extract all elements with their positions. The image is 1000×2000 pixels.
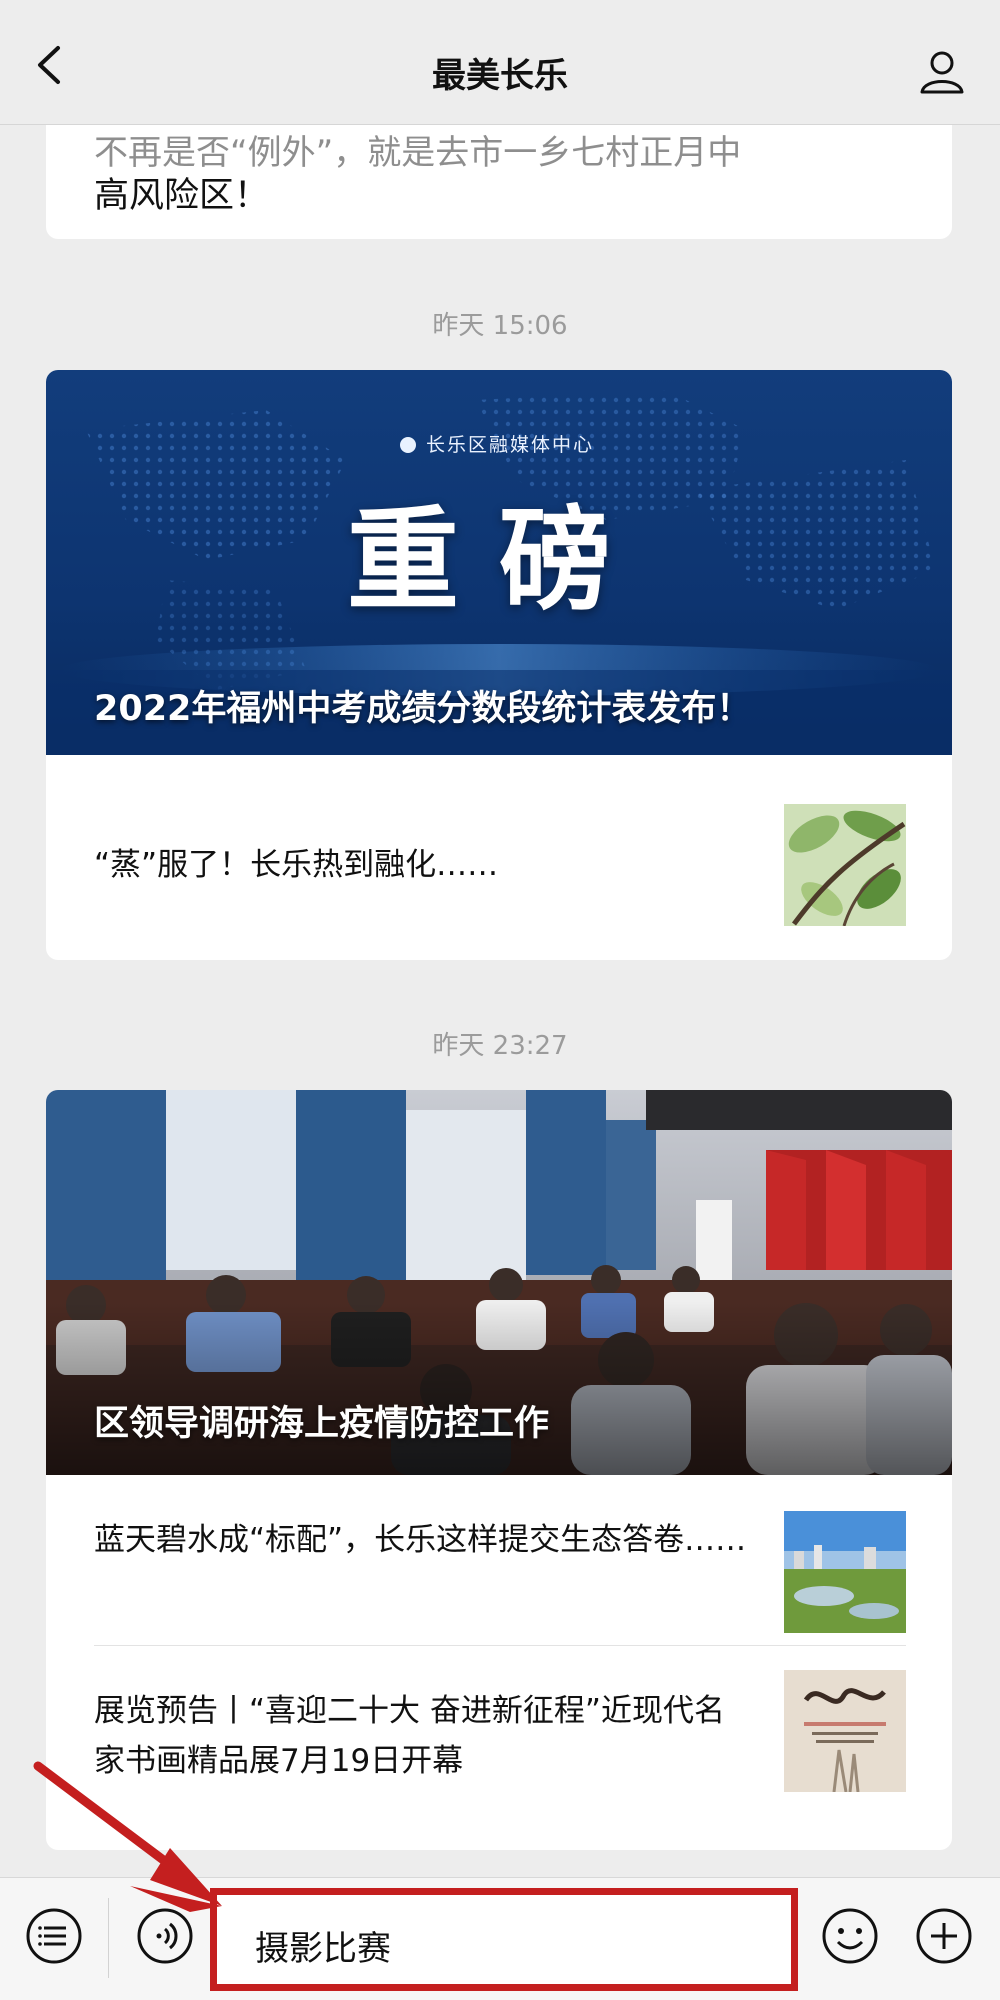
headline-title: 2022年福州中考成绩分数段统计表发布！ (94, 689, 752, 729)
separator (108, 1898, 109, 1978)
message-input-value: 摄影比赛 (255, 1929, 391, 1969)
thumbnail-image (784, 1511, 906, 1633)
thumbnail-image (784, 1670, 906, 1792)
menu-list-icon[interactable] (24, 1906, 84, 1966)
headline-banner[interactable]: 长乐区融媒体中心 重磅 2022年福州中考成绩分数段统计表发布！ (46, 370, 952, 755)
list-item[interactable]: 蓝天碧水成“标配”，长乐这样提交生态答卷…… (94, 1475, 906, 1640)
timestamp: 昨天 15:06 (432, 311, 568, 341)
headline-title: 区领导调研海上疫情防控工作 (94, 1404, 550, 1444)
voice-icon[interactable] (135, 1906, 195, 1966)
message-feed[interactable]: 不再是否“例外”，就是去市一乡七村正月中 高风险区！ 昨天 15:06 长乐区融… (0, 125, 1000, 1877)
message-input[interactable]: 摄影比赛 (210, 1888, 798, 1991)
divider (94, 1645, 906, 1646)
thumbnail-image (784, 804, 906, 926)
article-card: 区领导调研海上疫情防控工作 蓝天碧水成“标配”，长乐这样提交生态答卷…… 展览预 (46, 1090, 952, 1850)
previous-article-tail-text: 高风险区！ (94, 176, 270, 216)
plus-icon[interactable] (914, 1906, 974, 1966)
list-item-title: 蓝天碧水成“标配”，长乐这样提交生态答卷…… (94, 1522, 747, 1558)
headline-banner[interactable]: 区领导调研海上疫情防控工作 (46, 1090, 952, 1475)
person-icon[interactable] (918, 48, 966, 96)
timestamp: 昨天 23:27 (432, 1031, 568, 1061)
list-item-title: “蒸”服了！长乐热到融化…… (94, 847, 499, 883)
banner-word: 重磅 (347, 495, 651, 626)
previous-article-card[interactable]: 不再是否“例外”，就是去市一乡七村正月中 高风险区！ (46, 125, 952, 239)
list-item[interactable]: “蒸”服了！长乐热到融化…… (94, 770, 906, 960)
article-card: 长乐区融媒体中心 重磅 2022年福州中考成绩分数段统计表发布！ “蒸”服了！长… (46, 370, 952, 960)
list-item[interactable]: 展览预告丨“喜迎二十大 奋进新征程”近现代名家书画精品展7月19日开幕 (94, 1650, 906, 1830)
bottom-bar: 摄影比赛 (0, 1877, 1000, 2000)
list-item-title: 展览预告丨“喜迎二十大 奋进新征程”近现代名家书画精品展7月19日开幕 (94, 1693, 725, 1779)
emoji-icon[interactable] (820, 1906, 880, 1966)
page-title: 最美长乐 (432, 56, 568, 96)
banner-org-label: 长乐区融媒体中心 (426, 434, 595, 456)
top-bar: 最美长乐 (0, 0, 1000, 125)
